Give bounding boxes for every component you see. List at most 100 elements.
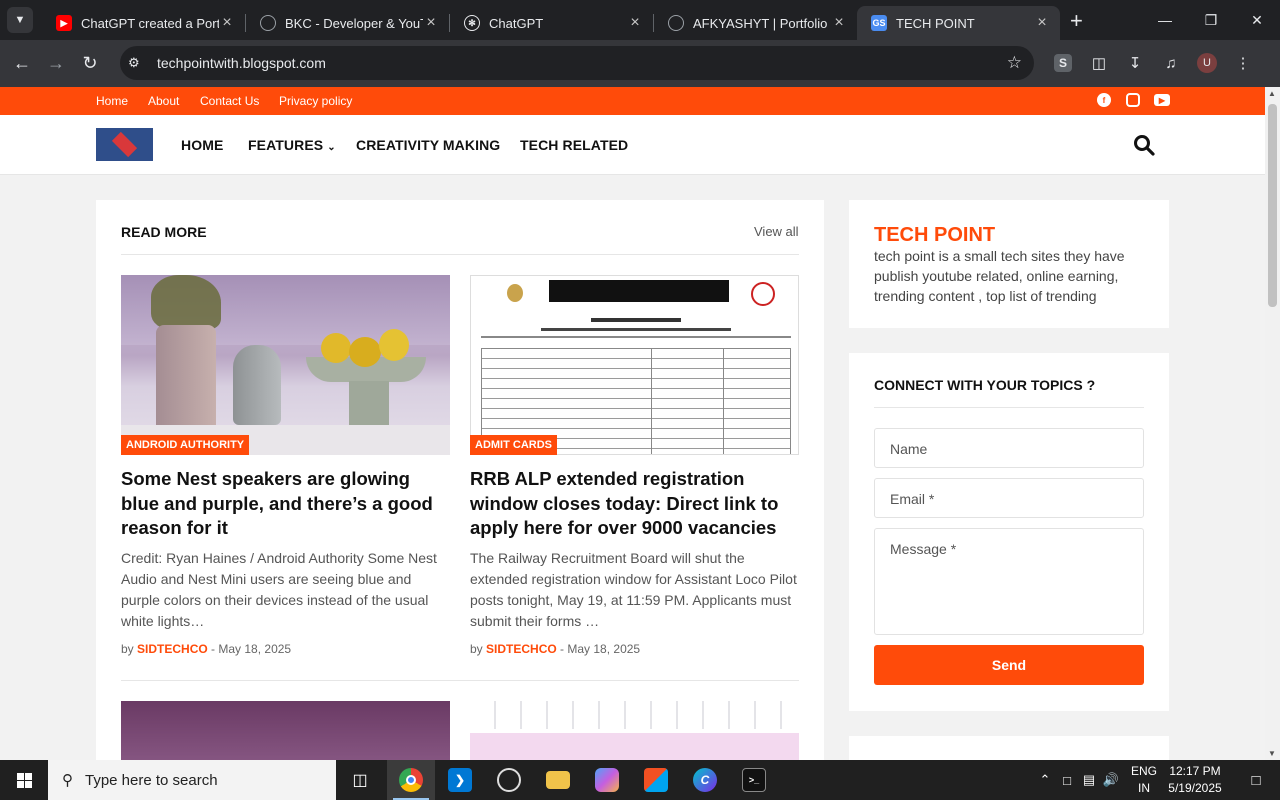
taskbar-search-box[interactable]: ⚲ Type here to search [48, 760, 336, 800]
bookmark-star-icon[interactable]: ☆ [1007, 53, 1022, 73]
about-widget-text: tech point is a small tech sites they ha… [874, 248, 1125, 304]
taskbar-clock[interactable]: 12:17 PM 5/19/2025 [1160, 763, 1230, 797]
nav-home[interactable]: HOME [181, 137, 223, 153]
obs-icon [497, 768, 521, 792]
minimize-icon[interactable]: — [1142, 0, 1188, 40]
close-tab-icon[interactable]: × [627, 14, 643, 32]
taskbar-vscode[interactable]: ❯ [436, 760, 484, 800]
terminal-icon: >_ [742, 768, 766, 792]
section-title: READ MORE [121, 224, 207, 240]
page-viewport: Home About Contact Us Privacy policy f ▶… [0, 87, 1265, 760]
taskbar-terminal[interactable]: >_ [730, 760, 778, 800]
taskbar-obs[interactable] [485, 760, 533, 800]
back-icon[interactable]: ← [5, 47, 39, 81]
top-link-home[interactable]: Home [96, 94, 128, 108]
top-link-privacy[interactable]: Privacy policy [279, 94, 352, 108]
menu-kebab-icon[interactable]: ⋮ [1225, 46, 1261, 80]
scrollbar-thumb[interactable] [1268, 104, 1277, 307]
tray-app-icon[interactable]: □ [1056, 773, 1078, 788]
browser-tab-4[interactable]: AFKYASHYT | Portfolio × [654, 6, 857, 40]
scroll-up-icon[interactable]: ▲ [1268, 89, 1276, 98]
extensions-puzzle-icon[interactable]: ◫ [1081, 46, 1117, 80]
windows-logo-icon [16, 772, 32, 788]
tray-chevron-up-icon[interactable]: ⌃ [1034, 772, 1056, 788]
search-icon: ⚲ [62, 772, 73, 789]
post-author-link[interactable]: SIDTECHCO [486, 642, 557, 656]
download-icon[interactable]: ↧ [1117, 46, 1153, 80]
facebook-icon[interactable]: f [1097, 93, 1111, 107]
windows-taskbar: ⚲ Type here to search ◫ ❯ C >_ ⌃ □ ▤ 🔊 E… [0, 760, 1280, 800]
message-field[interactable]: Message * [874, 528, 1144, 635]
task-view-icon: ◫ [352, 772, 368, 789]
taskbar-store[interactable] [632, 760, 680, 800]
next-widget [849, 736, 1169, 760]
taskbar-copilot[interactable] [583, 760, 631, 800]
contact-divider [874, 407, 1144, 408]
taskbar-canva[interactable]: C [681, 760, 729, 800]
site-logo[interactable] [96, 128, 153, 161]
youtube-icon[interactable]: ▶ [1154, 94, 1170, 106]
post-1-thumbnail[interactable] [121, 275, 450, 455]
system-tray: ⌃ □ ▤ 🔊 [1034, 760, 1122, 800]
task-view-button[interactable]: ◫ [336, 760, 384, 800]
browser-tab-3[interactable]: ✻ ChatGPT × [450, 6, 653, 40]
site-info-icon[interactable]: ⚙ [128, 55, 148, 71]
browser-tab-5-active[interactable]: GS TECH POINT × [857, 6, 1060, 40]
top-link-contact[interactable]: Contact Us [200, 94, 259, 108]
notification-icon: □ [1251, 771, 1261, 789]
top-link-about[interactable]: About [148, 94, 179, 108]
nav-features[interactable]: FEATURES ⌄ [248, 137, 336, 153]
nav-creativity-making[interactable]: CREATIVITY MAKING [356, 137, 500, 153]
category-badge[interactable]: ANDROID AUTHORITY [121, 435, 250, 455]
search-icon[interactable] [1133, 134, 1155, 156]
store-icon [644, 768, 668, 792]
message-placeholder: Message * [890, 541, 957, 557]
email-field[interactable]: Email * [874, 478, 1144, 518]
close-tab-icon[interactable]: × [1034, 14, 1050, 32]
send-button[interactable]: Send [874, 645, 1144, 685]
notifications-button[interactable]: □ [1232, 760, 1280, 800]
close-tab-icon[interactable]: × [219, 14, 235, 32]
post-author-link[interactable]: SIDTECHCO [137, 642, 208, 656]
url-text[interactable]: techpointwith.blogspot.com [157, 55, 326, 71]
close-window-icon[interactable]: ✕ [1234, 0, 1280, 40]
category-badge[interactable]: ADMIT CARDS [470, 435, 557, 455]
address-bar[interactable]: ⚙ techpointwith.blogspot.com ☆ [120, 46, 1034, 80]
extension-s-icon[interactable]: S [1045, 46, 1081, 80]
tab-search-button[interactable]: ▼ [7, 7, 33, 33]
volume-icon[interactable]: 🔊 [1100, 772, 1122, 788]
forward-icon[interactable]: → [39, 47, 73, 81]
post-by-label: by [121, 642, 134, 656]
post-date: - May 18, 2025 [211, 642, 292, 656]
post-title[interactable]: Some Nest speakers are glowing blue and … [121, 467, 451, 541]
instagram-icon[interactable] [1126, 93, 1140, 107]
post-3-thumbnail[interactable] [121, 701, 450, 760]
media-control-icon[interactable]: ♫ [1153, 46, 1189, 80]
page-scrollbar[interactable]: ▲ ▼ [1265, 87, 1280, 760]
taskbar-file-explorer[interactable] [534, 760, 582, 800]
reload-icon[interactable]: ↻ [73, 47, 107, 81]
close-tab-icon[interactable]: × [831, 14, 847, 32]
view-all-link[interactable]: View all [754, 224, 799, 239]
close-tab-icon[interactable]: × [423, 14, 439, 32]
profile-avatar[interactable]: U [1197, 53, 1217, 73]
copilot-icon [595, 768, 619, 792]
post-title[interactable]: RRB ALP extended registration window clo… [470, 467, 800, 541]
post-2-thumbnail[interactable] [470, 275, 799, 455]
nav-tech-related[interactable]: TECH RELATED [520, 137, 628, 153]
network-icon[interactable]: ▤ [1078, 772, 1100, 788]
post-4-thumbnail[interactable] [470, 695, 799, 760]
restore-icon[interactable]: ❐ [1188, 0, 1234, 40]
browser-tab-2[interactable]: BKC - Developer & YouTu × [246, 6, 449, 40]
start-button[interactable] [0, 760, 48, 800]
taskbar-chrome[interactable] [387, 760, 435, 800]
post-meta: by SIDTECHCO - May 18, 2025 [470, 642, 640, 656]
scroll-down-icon[interactable]: ▼ [1268, 749, 1276, 758]
language-indicator[interactable]: ENG IN [1129, 763, 1159, 797]
chrome-icon [399, 768, 423, 792]
name-field[interactable]: Name [874, 428, 1144, 468]
new-tab-button[interactable]: + [1070, 8, 1083, 34]
clock-time: 12:17 PM [1169, 764, 1221, 778]
about-widget-title: TECH POINT [874, 224, 996, 246]
browser-tab-1[interactable]: ▶ ChatGPT created a Portfo × [42, 6, 245, 40]
